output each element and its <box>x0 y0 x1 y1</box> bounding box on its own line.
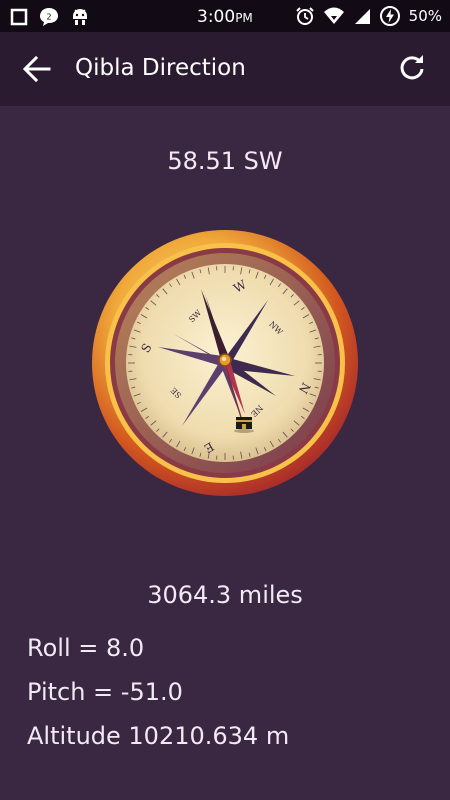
back-button[interactable] <box>22 54 52 84</box>
chat-badge-icon: 2 <box>40 8 58 26</box>
roll-value: Roll = 8.0 <box>27 634 145 662</box>
battery-percent: 50% <box>408 7 442 25</box>
square-icon <box>10 8 28 26</box>
arrow-left-icon <box>22 55 51 83</box>
svg-text:2: 2 <box>46 13 51 22</box>
signal-icon <box>354 9 370 24</box>
refresh-button[interactable] <box>396 52 428 84</box>
distance-to-kaaba: 3064.3 miles <box>147 581 303 609</box>
wifi-icon <box>323 7 344 24</box>
compass-dial: W S N E SW NW SE NE <box>92 230 358 496</box>
status-bar: 2 3:00PM 50% <box>0 0 450 32</box>
battery-saver-icon <box>379 6 400 26</box>
notification-icons: 2 <box>10 6 90 28</box>
alarm-icon <box>295 7 314 25</box>
status-time: 3:00PM <box>197 7 253 27</box>
altitude-value: Altitude 10210.634 m <box>27 722 290 750</box>
android-icon <box>73 9 87 25</box>
refresh-icon <box>400 55 424 80</box>
app-bar: Qibla Direction <box>0 32 450 106</box>
system-icons: 50% <box>295 5 442 27</box>
pitch-value: Pitch = -51.0 <box>27 678 183 706</box>
kaaba-icon <box>234 417 254 433</box>
page-title: Qibla Direction <box>75 55 246 81</box>
qibla-heading: 58.51 SW <box>167 147 283 175</box>
